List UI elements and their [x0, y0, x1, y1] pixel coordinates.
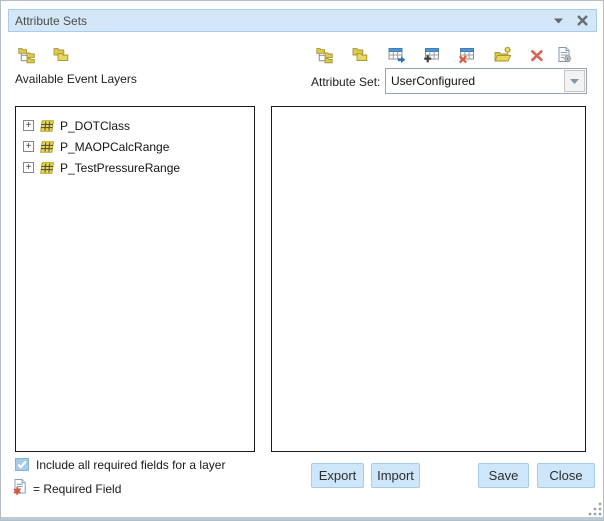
expand-icon[interactable]: + [23, 162, 34, 173]
attribute-set-fields-list[interactable] [271, 106, 586, 452]
available-event-layers-list[interactable]: + P_DOTClass + P_MAOPCalcRange + [15, 106, 255, 452]
table-export-icon[interactable] [387, 45, 407, 65]
available-layers-label: Available Event Layers [15, 72, 137, 86]
required-field-legend: = Required Field [33, 482, 121, 496]
check-icon [16, 459, 28, 470]
tree-item-p-dotclass[interactable]: + P_DOTClass [16, 115, 254, 136]
layer-name: P_DOTClass [60, 119, 130, 133]
save-button[interactable]: Save [478, 463, 529, 488]
event-layer-icon [39, 139, 55, 155]
new-folder-icon[interactable] [493, 45, 513, 65]
event-layer-icon [39, 118, 55, 134]
tree-item-p-testpressurerange[interactable]: + P_TestPressureRange [16, 157, 254, 178]
document-settings-icon[interactable] [554, 45, 574, 65]
dialog-title: Attribute Sets [9, 14, 550, 28]
event-layer-icon [39, 160, 55, 176]
include-required-fields-label: Include all required fields for a layer [36, 458, 225, 472]
delete-icon[interactable] [527, 45, 547, 65]
attribute-sets-dialog: Attribute Sets [0, 0, 604, 521]
table-remove-icon[interactable] [457, 45, 477, 65]
include-required-fields-checkbox[interactable] [15, 458, 29, 471]
resize-grip[interactable] [587, 501, 603, 517]
titlebar: Attribute Sets [8, 9, 597, 32]
table-add-icon[interactable] [422, 45, 442, 65]
tree-item-p-maopcalcrange[interactable]: + P_MAOPCalcRange [16, 136, 254, 157]
attribute-set-label: Attribute Set: [311, 75, 380, 89]
attribute-set-value: UserConfigured [391, 69, 562, 93]
close-button[interactable]: Close [537, 463, 595, 488]
export-button[interactable]: Export [311, 463, 364, 488]
combo-dropdown-button[interactable] [564, 70, 585, 92]
expand-icon[interactable]: + [23, 120, 34, 131]
import-button[interactable]: Import [371, 463, 420, 488]
layer-name: P_TestPressureRange [60, 161, 180, 175]
attribute-set-combobox[interactable]: UserConfigured [385, 68, 587, 94]
layer-tree-icon[interactable] [315, 45, 335, 65]
folders-icon[interactable] [51, 45, 71, 65]
close-icon[interactable] [574, 13, 590, 29]
required-field-icon [12, 478, 29, 502]
titlebar-menu-caret-icon[interactable] [550, 13, 566, 29]
layer-tree-icon[interactable] [17, 45, 37, 65]
folders-icon[interactable] [350, 45, 370, 65]
layer-name: P_MAOPCalcRange [60, 140, 169, 154]
chevron-down-icon [570, 79, 579, 84]
expand-icon[interactable]: + [23, 141, 34, 152]
